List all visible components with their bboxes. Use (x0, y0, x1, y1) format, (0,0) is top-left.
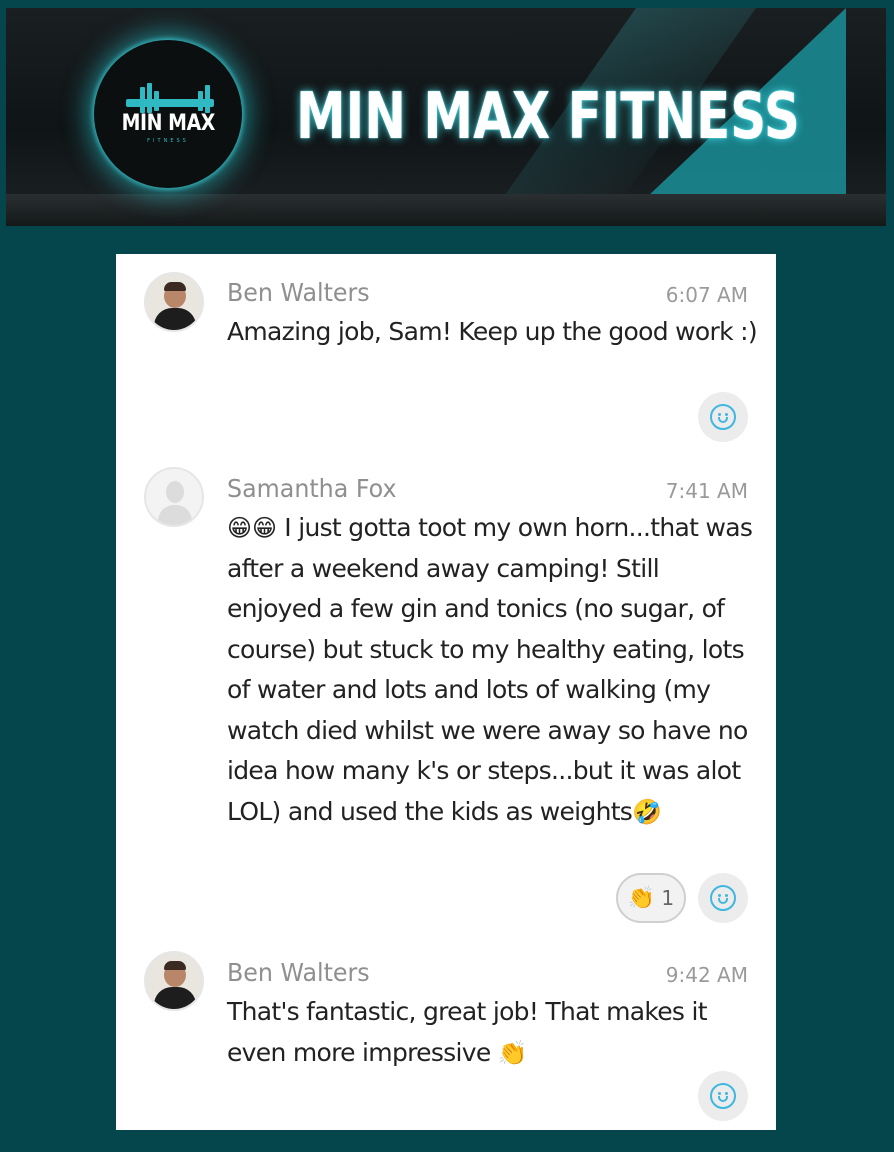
sender-name[interactable]: Ben Walters (227, 958, 370, 987)
grin-emoji: 😁😁 (227, 514, 278, 542)
reaction-clap-pill[interactable]: 👏 1 (616, 873, 686, 923)
timestamp: 9:42 AM (665, 963, 748, 987)
brand-logo: MIN MAX FITNESS (94, 40, 242, 188)
timestamp: 6:07 AM (665, 283, 748, 307)
sender-name[interactable]: Samantha Fox (227, 474, 397, 503)
message-body: Amazing job, Sam! Keep up the good work … (227, 317, 758, 346)
logo-subtext: FITNESS (147, 137, 189, 144)
comment-thread: Ben Walters 6:07 AM Amazing job, Sam! Ke… (116, 254, 776, 1130)
avatar[interactable] (144, 951, 204, 1011)
add-reaction-button[interactable] (698, 1071, 748, 1121)
message-body: I just gotta toot my own horn...that was… (227, 513, 753, 826)
add-reaction-button[interactable] (698, 873, 748, 923)
timestamp: 7:41 AM (665, 479, 748, 503)
logo-text: MIN MAX (121, 110, 215, 136)
sender-name[interactable]: Ben Walters (227, 278, 370, 307)
reaction-count: 1 (661, 886, 675, 910)
message-text: 😁😁 I just gotta toot my own horn...that … (227, 508, 757, 832)
avatar[interactable] (144, 272, 204, 332)
banner-floor (6, 194, 886, 226)
smiley-icon (710, 885, 736, 911)
message-body: That's fantastic, great job! That makes … (227, 997, 708, 1067)
smiley-icon (710, 1083, 736, 1109)
add-reaction-button[interactable] (698, 392, 748, 442)
message-text: That's fantastic, great job! That makes … (227, 992, 757, 1073)
smiley-icon (710, 404, 736, 430)
clap-icon: 👏 (627, 885, 656, 911)
header-banner: MIN MAX FITNESS MIN MAX FITNESS (6, 8, 886, 226)
avatar[interactable] (144, 467, 204, 527)
clap-emoji: 👏 (497, 1038, 528, 1067)
message-text: Amazing job, Sam! Keep up the good work … (227, 312, 758, 353)
rofl-emoji: 🤣 (632, 797, 663, 826)
banner-title: MIN MAX FITNESS (296, 80, 800, 154)
barbell-icon (118, 79, 218, 113)
